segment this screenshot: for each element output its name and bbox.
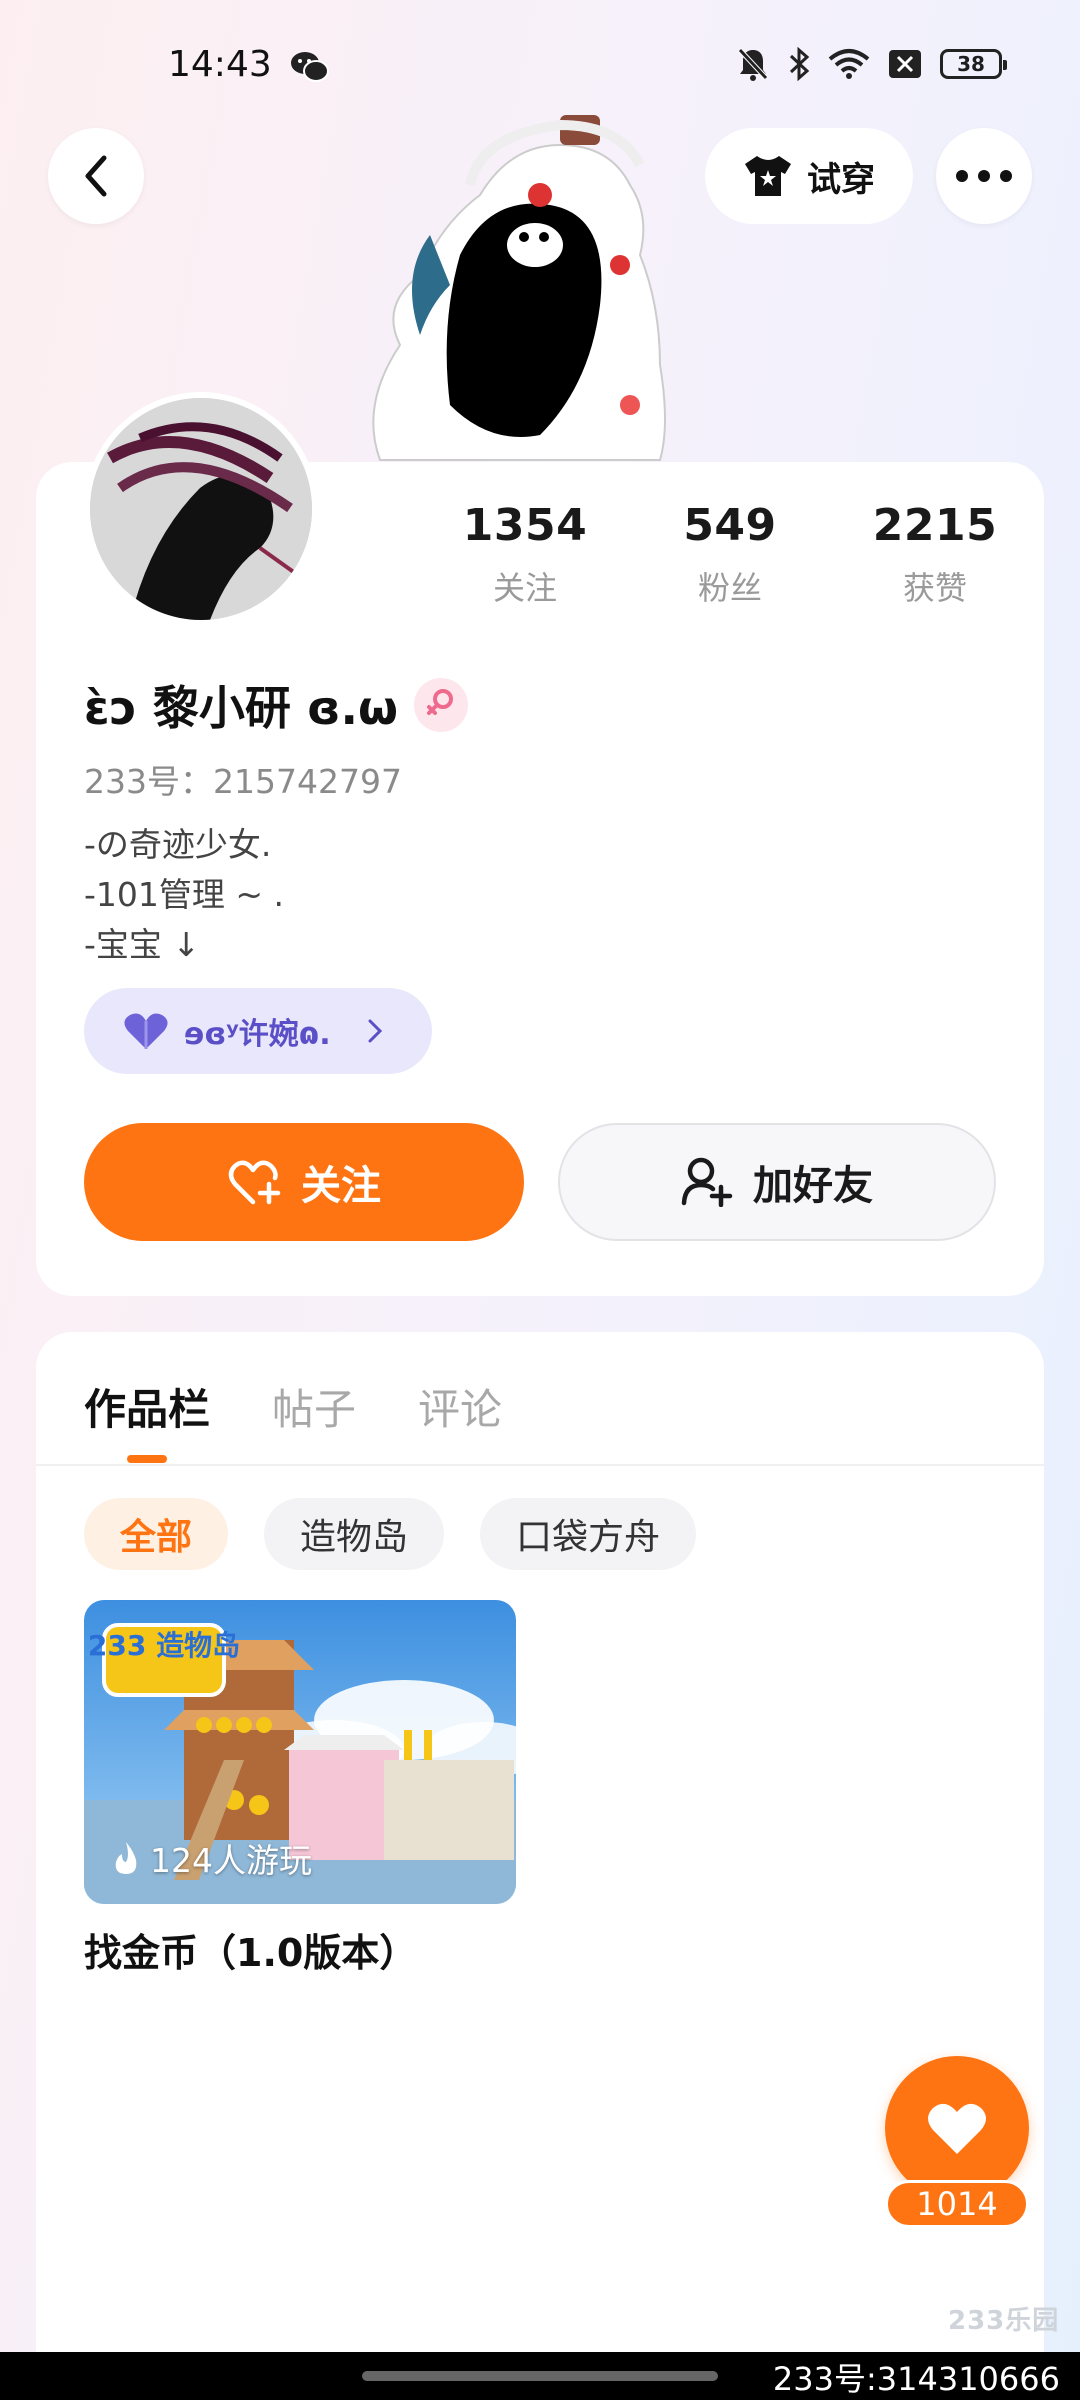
add-user-icon — [681, 1157, 733, 1207]
avatar-image — [90, 398, 312, 620]
profile-stats: 1354 关注 549 粉丝 2215 获赞 — [440, 500, 1020, 609]
chip-pocket-ark[interactable]: 口袋方舟 — [480, 1498, 697, 1570]
follow-label: 关注 — [301, 1163, 381, 1209]
stat-label: 关注 — [492, 569, 557, 607]
tab-works[interactable]: 作品栏 — [84, 1376, 211, 1463]
try-on-label: 试穿 — [807, 159, 875, 200]
play-count-text: 124人游玩 — [150, 1841, 312, 1880]
mute-icon — [738, 48, 768, 81]
stat-value: 1354 — [462, 500, 588, 551]
fire-icon — [115, 1842, 137, 1874]
tab-label: 评论 — [418, 1385, 503, 1434]
user-id: 233号：215742797 — [84, 762, 402, 801]
heart-plus-icon — [228, 1160, 281, 1205]
stat-value: 2215 — [872, 500, 998, 551]
female-gender-icon — [414, 678, 469, 732]
heart-icon — [124, 1013, 168, 1049]
play-count: 124人游玩 — [112, 1834, 312, 1882]
follow-button[interactable]: 关注 — [84, 1123, 524, 1241]
watermark-logo: 233乐园 — [948, 2306, 1060, 2336]
more-button[interactable] — [936, 128, 1032, 224]
game-logo-text: 233 造物岛 — [88, 1629, 240, 1662]
avatar[interactable] — [84, 392, 318, 626]
tshirt-icon — [745, 156, 791, 196]
tab-comments[interactable]: 评论 — [418, 1376, 502, 1437]
stat-followers[interactable]: 549 粉丝 — [645, 500, 815, 609]
battery-indicator: 38 — [940, 49, 1007, 79]
add-friend-button[interactable]: 加好友 — [558, 1123, 996, 1241]
watermark-id: 233号:314310666 — [772, 2360, 1060, 2398]
bluetooth-icon — [789, 46, 810, 82]
more-dots-icon — [956, 170, 1012, 182]
tab-label: 作品栏 — [84, 1385, 211, 1434]
try-on-button[interactable]: 试穿 — [705, 128, 913, 224]
stat-likes[interactable]: 2215 获赞 — [850, 500, 1020, 609]
couple-name: ɘɞʸ许婉ɷ. — [184, 1017, 331, 1052]
chevron-right-icon — [368, 1019, 382, 1043]
work-title[interactable]: 找金币（1.0版本） — [84, 1922, 417, 1977]
stat-label: 获赞 — [902, 569, 967, 607]
divider — [36, 1464, 1044, 1466]
stat-value: 549 — [683, 500, 777, 551]
home-indicator[interactable] — [362, 2371, 718, 2381]
like-button[interactable] — [885, 2056, 1029, 2200]
status-time: 14:43 — [168, 44, 272, 85]
tab-label: 帖子 — [272, 1385, 357, 1434]
content-tabs: 作品栏 帖子 评论 — [84, 1376, 502, 1463]
user-bio: -の奇迹少女. -101管理 ~ . -宝宝 ↓ — [84, 825, 285, 964]
back-button[interactable] — [48, 128, 144, 224]
work-card[interactable]: 233 造物岛 124人游玩 — [84, 1600, 516, 1904]
chevron-left-icon — [85, 155, 107, 197]
sim-icon — [889, 50, 921, 78]
stat-following[interactable]: 1354 关注 — [440, 500, 610, 609]
add-friend-label: 加好友 — [753, 1163, 873, 1209]
tab-active-indicator — [127, 1455, 167, 1463]
couple-link[interactable]: ɘɞʸ许婉ɷ. — [84, 988, 432, 1074]
username: ɛ̀ɔ 黎小研 ɞ.ω — [84, 681, 399, 735]
like-count: 1014 — [885, 2180, 1029, 2228]
avatar-3d-figure — [372, 115, 666, 461]
tab-posts[interactable]: 帖子 — [272, 1376, 356, 1437]
filter-chips: 全部 造物岛 口袋方舟 — [84, 1498, 697, 1570]
chip-all[interactable]: 全部 — [84, 1498, 229, 1570]
stat-label: 粉丝 — [697, 569, 762, 607]
heart-icon — [928, 2103, 986, 2154]
wifi-icon — [828, 49, 870, 79]
chip-creation-island[interactable]: 造物岛 — [264, 1498, 445, 1570]
name-row: ɛ̀ɔ 黎小研 ɞ.ω — [84, 672, 469, 738]
wechat-icon — [291, 52, 329, 82]
